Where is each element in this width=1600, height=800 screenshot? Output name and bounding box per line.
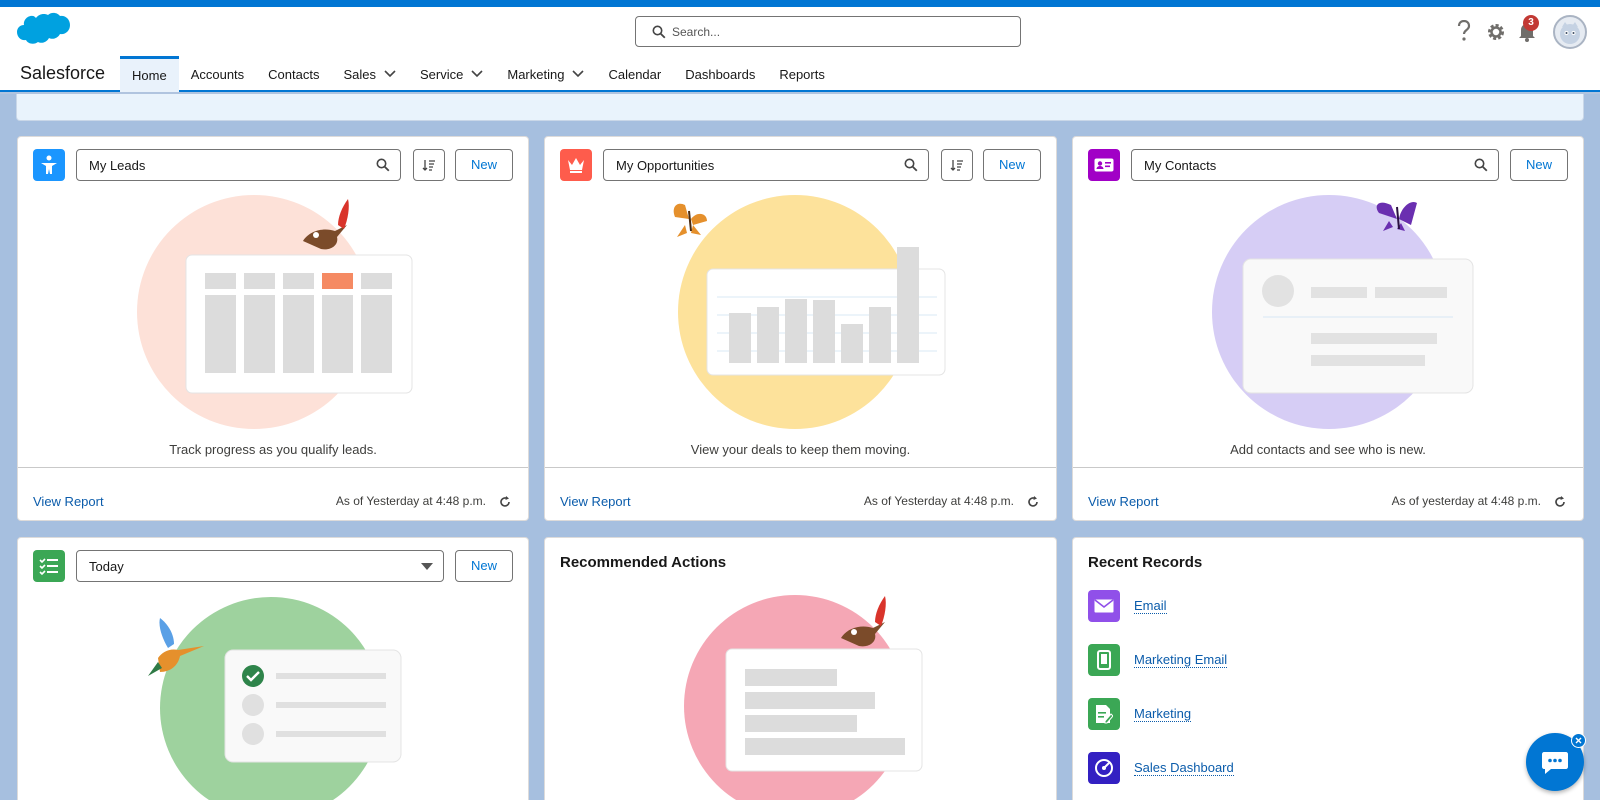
app-navigation: Home Accounts Contacts Sales Service Mar…: [120, 56, 837, 92]
chevron-down-icon[interactable]: [471, 70, 483, 78]
tasks-icon: [33, 550, 65, 582]
new-lead-button[interactable]: New: [455, 149, 513, 181]
recent-records-card: Recent Records Email Marketing Email Mar…: [1072, 537, 1584, 800]
tasks-filter-select[interactable]: Today: [76, 550, 444, 582]
card-caption: View your deals to keep them moving.: [690, 442, 911, 457]
nav-label: Sales: [343, 66, 377, 82]
record-link[interactable]: Marketing Email: [1134, 652, 1228, 668]
dashboard-icon: [1088, 752, 1120, 784]
contacts-illustration: [1212, 195, 1474, 429]
contacts-list-picker[interactable]: My Contacts: [1131, 149, 1499, 181]
divider: [18, 467, 528, 468]
app-name: Salesforce: [20, 63, 106, 83]
as-of-timestamp: As of Yesterday at 4:48 p.m.: [863, 494, 1014, 508]
nav-home[interactable]: Home: [120, 56, 179, 92]
new-contact-button[interactable]: New: [1510, 149, 1568, 181]
chat-close-button[interactable]: [1571, 733, 1586, 748]
as-of-timestamp: As of Yesterday at 4:48 p.m.: [335, 494, 486, 508]
nav-marketing[interactable]: Marketing: [495, 56, 596, 92]
salesforce-logo[interactable]: [12, 12, 70, 52]
new-task-button[interactable]: New: [455, 550, 513, 582]
nav-sales[interactable]: Sales: [331, 56, 408, 92]
search-icon: [1474, 158, 1488, 172]
email-icon: [1088, 590, 1120, 622]
picker-label: My Opportunities: [616, 158, 715, 173]
top-brand-stripe: [0, 0, 1600, 7]
divider: [545, 467, 1056, 468]
leads-list-picker[interactable]: My Leads: [76, 149, 401, 181]
chat-icon: [1542, 752, 1568, 774]
opportunities-card: My Opportunities New View your deals to …: [544, 136, 1057, 521]
nav-contacts[interactable]: Contacts: [256, 56, 331, 92]
contacts-icon: [1088, 149, 1120, 181]
view-report-link[interactable]: View Report: [33, 494, 104, 509]
sort-button[interactable]: [941, 149, 973, 181]
nav-label: Home: [132, 68, 167, 83]
close-icon: [1575, 737, 1582, 744]
nav-reports[interactable]: Reports: [767, 56, 837, 92]
refresh-icon[interactable]: [1026, 495, 1040, 509]
card-title: Recent Records: [1088, 554, 1203, 571]
announcement-banner: [16, 94, 1584, 121]
leads-card: My Leads New Track progress as you quali…: [17, 136, 529, 521]
tasks-card: Today New: [17, 537, 529, 800]
nav-label: Contacts: [268, 66, 320, 82]
nav-calendar[interactable]: Calendar: [596, 56, 673, 92]
picker-label: My Contacts: [1144, 158, 1217, 173]
nav-service[interactable]: Service: [408, 56, 495, 92]
nav-dashboards[interactable]: Dashboards: [673, 56, 767, 92]
global-header: 3 Salesforce Home Accounts Contacts Sale…: [0, 7, 1600, 92]
recent-record-item[interactable]: Marketing Email: [1088, 644, 1228, 676]
new-opportunity-button[interactable]: New: [983, 149, 1041, 181]
opportunities-list-picker[interactable]: My Opportunities: [603, 149, 929, 181]
search-icon: [376, 158, 390, 172]
recommended-illustration: [684, 595, 923, 800]
leads-icon: [33, 149, 65, 181]
notification-badge: 3: [1523, 15, 1539, 31]
mobile-icon: [1088, 644, 1120, 676]
nav-label: Reports: [779, 66, 825, 82]
card-caption: Track progress as you qualify leads.: [169, 442, 377, 457]
as-of-timestamp: As of yesterday at 4:48 p.m.: [1391, 494, 1541, 508]
caret-down-icon: [421, 563, 433, 570]
recent-record-item[interactable]: Sales Dashboard: [1088, 752, 1234, 784]
avatar[interactable]: [1553, 15, 1587, 49]
sort-button[interactable]: [413, 149, 445, 181]
opportunities-icon: [560, 149, 592, 181]
nav-accounts[interactable]: Accounts: [179, 56, 256, 92]
sort-icon: [950, 160, 963, 171]
sort-icon: [422, 160, 435, 171]
nav-label: Service: [420, 66, 464, 82]
chevron-down-icon[interactable]: [384, 70, 396, 78]
picker-label: My Leads: [89, 158, 146, 173]
search-icon: [652, 25, 666, 39]
record-link[interactable]: Email: [1134, 598, 1167, 614]
document-edit-icon: [1088, 698, 1120, 730]
record-link[interactable]: Sales Dashboard: [1134, 760, 1234, 776]
refresh-icon[interactable]: [498, 495, 512, 509]
nav-label: Dashboards: [685, 66, 756, 82]
search-icon: [904, 158, 918, 172]
view-report-link[interactable]: View Report: [1088, 494, 1159, 509]
record-link[interactable]: Marketing: [1134, 706, 1192, 722]
recent-record-item[interactable]: Marketing: [1088, 698, 1192, 730]
recommended-actions-card: Recommended Actions: [544, 537, 1057, 800]
help-icon[interactable]: [1456, 20, 1472, 42]
divider: [1073, 467, 1583, 468]
nav-label: Marketing: [507, 66, 565, 82]
nav-label: Accounts: [190, 66, 245, 82]
refresh-icon[interactable]: [1553, 495, 1567, 509]
chevron-down-icon[interactable]: [572, 70, 585, 78]
recent-record-item[interactable]: Email: [1088, 590, 1167, 622]
card-caption: Add contacts and see who is new.: [1230, 442, 1426, 457]
contacts-card: My Contacts New Add contacts and see who…: [1072, 136, 1584, 521]
leads-illustration: [137, 195, 413, 429]
global-search[interactable]: [635, 16, 1021, 47]
gear-icon[interactable]: [1486, 22, 1506, 42]
nav-label: Calendar: [608, 66, 662, 82]
search-input[interactable]: [672, 21, 1002, 43]
opportunities-illustration: [673, 195, 946, 429]
view-report-link[interactable]: View Report: [560, 494, 631, 509]
picker-label: Today: [89, 559, 124, 574]
